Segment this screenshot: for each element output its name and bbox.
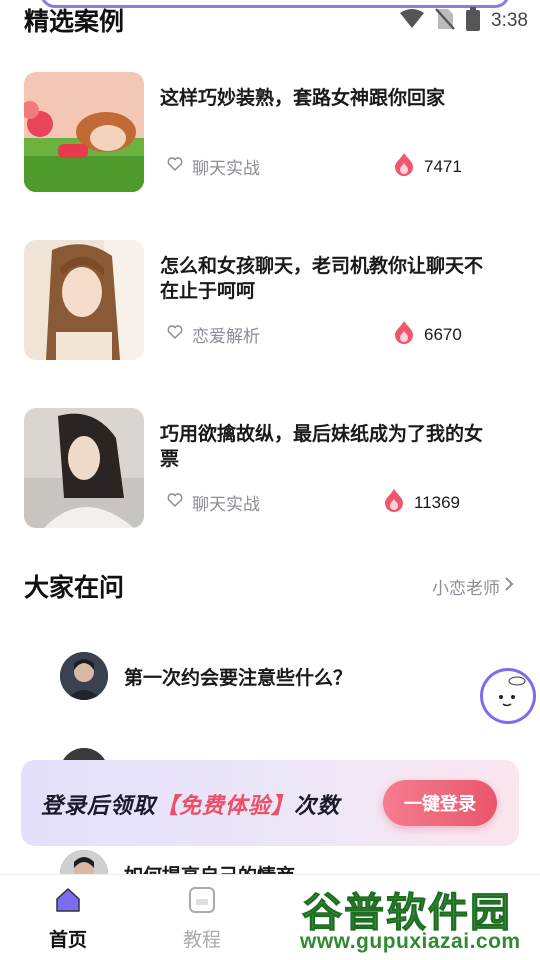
case-tag: 恋爱解析 xyxy=(166,322,260,347)
case-tag-label: 聊天实战 xyxy=(192,159,260,179)
case-thumbnail xyxy=(24,408,144,528)
case-title: 这样巧妙装熟，套路女神跟你回家 xyxy=(160,87,446,109)
status-time: 3:38 xyxy=(491,10,528,31)
case-tag-label: 聊天实战 xyxy=(192,495,260,515)
flame-icon xyxy=(394,152,414,181)
banner-text-prefix: 登录后领取 xyxy=(41,794,157,819)
banner-text: 登录后领取【免费体验】次数 xyxy=(41,788,340,820)
more-link-label: 小恋老师 xyxy=(432,579,500,599)
no-sim-icon xyxy=(435,7,455,35)
watermark-url: www.gupuxiazai.com xyxy=(300,930,521,953)
floating-assistant-button[interactable] xyxy=(480,668,536,724)
case-card[interactable]: 怎么和女孩聊天，老司机教你让聊天不在止于呵呵 恋爱解析 6670 xyxy=(24,240,504,360)
case-hot-count: 11369 xyxy=(384,488,460,517)
question-text: 第一次约会要注意些什么？ xyxy=(124,666,353,689)
home-icon xyxy=(53,885,83,919)
more-teacher-link[interactable]: 小恋老师 xyxy=(432,574,514,599)
heart-outline-icon xyxy=(166,323,184,346)
case-tag-label: 恋爱解析 xyxy=(192,327,260,347)
case-count-value: 6670 xyxy=(424,324,462,344)
flame-icon xyxy=(394,320,414,349)
avatar xyxy=(60,652,108,700)
case-thumbnail xyxy=(24,240,144,360)
case-count-value: 7471 xyxy=(424,156,462,176)
chevron-right-icon xyxy=(504,576,514,597)
login-promo-banner[interactable]: 登录后领取【免费体验】次数 一键登录 xyxy=(21,760,519,846)
case-count-value: 11369 xyxy=(414,492,461,512)
case-tag: 聊天实战 xyxy=(166,490,260,515)
home-page: 3:38 精选案例 这样巧妙装熟，套路女神跟你回家 聊天实战 7471 怎么和女… xyxy=(0,0,540,960)
case-title: 怎么和女孩聊天，老司机教你让聊天不在止于呵呵 xyxy=(160,255,484,302)
case-thumbnail xyxy=(24,72,144,192)
wifi-icon xyxy=(399,8,425,34)
case-hot-count: 7471 xyxy=(394,152,462,181)
tab-tutorial-label: 教程 xyxy=(182,929,221,951)
battery-icon xyxy=(465,6,481,36)
tab-home-label: 首页 xyxy=(48,929,87,951)
heart-outline-icon xyxy=(166,491,184,514)
tab-home[interactable]: 首页 xyxy=(28,885,108,952)
tutorial-icon xyxy=(187,885,217,919)
status-icons: 3:38 xyxy=(399,6,528,36)
questions-title-text: 大家在问 xyxy=(24,573,125,602)
case-title: 巧用欲擒故纵，最后妹纸成为了我的女票 xyxy=(160,423,484,470)
tab-tutorial[interactable]: 教程 xyxy=(162,885,242,952)
question-item[interactable]: 第一次约会要注意些什么？ xyxy=(60,652,352,700)
heart-outline-icon xyxy=(166,155,184,178)
flame-icon xyxy=(384,488,404,517)
case-card[interactable]: 巧用欲擒故纵，最后妹纸成为了我的女票 聊天实战 11369 xyxy=(24,408,504,528)
banner-text-highlight: 【免费体验】 xyxy=(156,794,295,819)
case-card[interactable]: 这样巧妙装熟，套路女神跟你回家 聊天实战 7471 xyxy=(24,72,504,192)
banner-text-suffix: 次数 xyxy=(294,794,341,819)
one-click-login-button[interactable]: 一键登录 xyxy=(383,780,497,826)
status-bar: 3:38 xyxy=(0,0,540,36)
questions-section-title: 大家在问 xyxy=(22,568,125,604)
case-tag: 聊天实战 xyxy=(166,154,260,179)
mascot-icon xyxy=(483,671,533,721)
watermark: 谷普软件园 www.gupuxiazai.com xyxy=(296,876,540,960)
case-hot-count: 6670 xyxy=(394,320,462,349)
